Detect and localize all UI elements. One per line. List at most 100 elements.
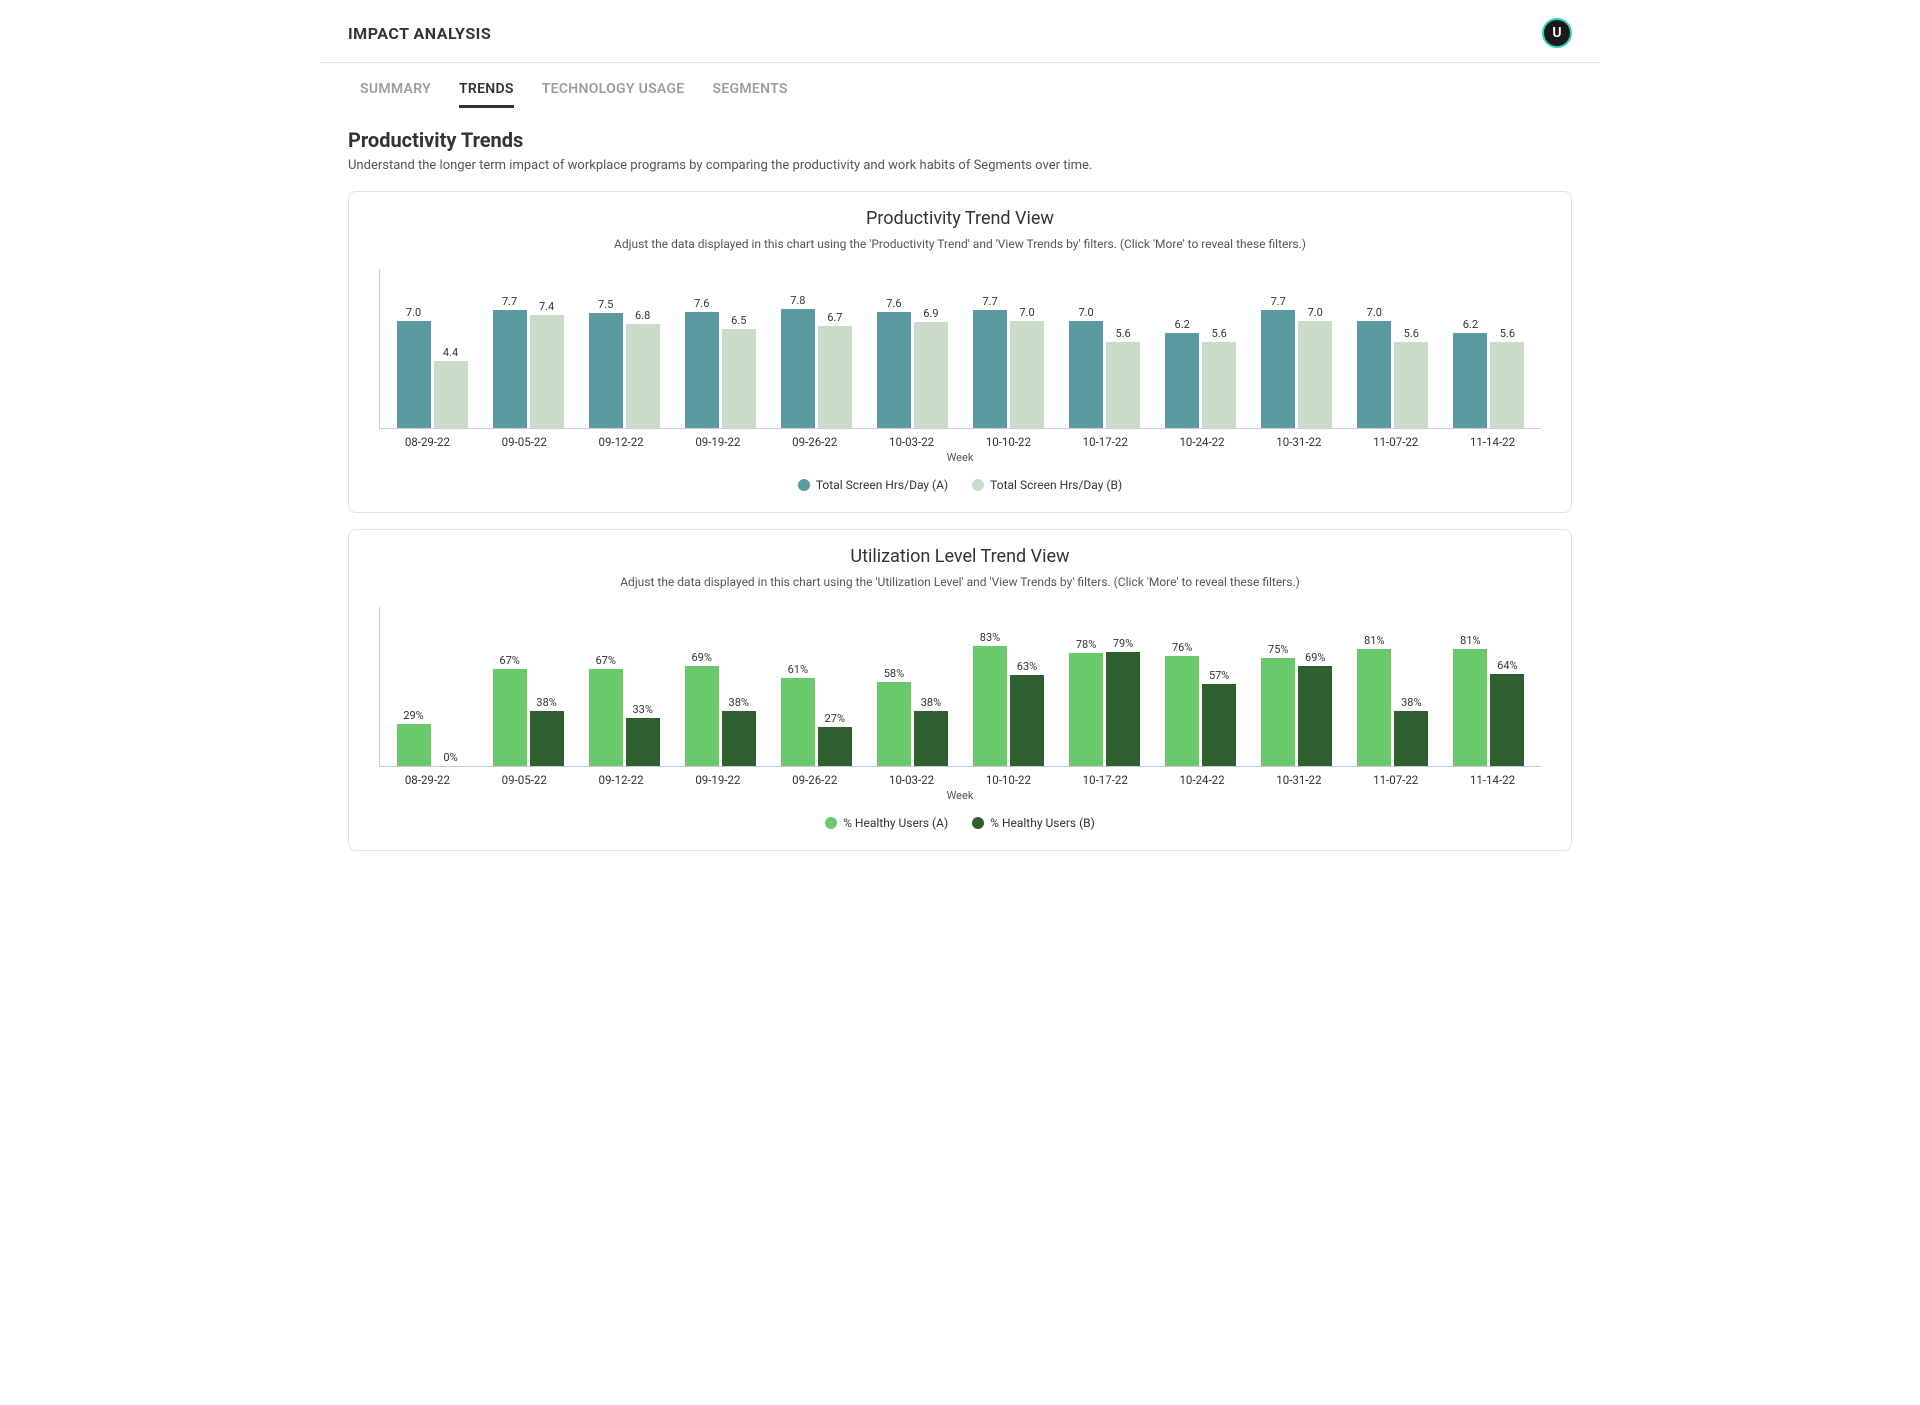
user-avatar[interactable]: U: [1542, 18, 1572, 48]
bar-series-b: [818, 727, 852, 766]
chart-x-axis-title: Week: [369, 789, 1551, 802]
legend-item-b: % Healthy Users (B): [972, 816, 1095, 830]
bar-value-label: 78%: [1076, 638, 1096, 651]
bar-value-label: 7.8: [790, 294, 805, 307]
bar-value-label: 7.0: [406, 306, 421, 319]
bar-series-a: [973, 310, 1007, 428]
bar-series-a: [1453, 649, 1487, 766]
bar-series-a: [685, 666, 719, 766]
bar-series-b: [1490, 674, 1524, 766]
x-tick-label: 08-29-22: [379, 435, 476, 449]
bar-value-label: 75%: [1268, 643, 1288, 656]
bar-value-label: 6.7: [827, 311, 842, 324]
x-tick-label: 11-14-22: [1444, 435, 1541, 449]
bar-series-a: [397, 724, 431, 766]
content: Productivity Trends Understand the longe…: [320, 108, 1600, 897]
chart-subtitle: Adjust the data displayed in this chart …: [369, 575, 1551, 589]
bar-value-label: 7.7: [982, 295, 997, 308]
bar-series-b: [722, 711, 756, 766]
bar-value-label: 5.6: [1212, 327, 1227, 340]
bar-value-label: 38%: [921, 696, 941, 709]
tab-trends[interactable]: TRENDS: [459, 81, 514, 108]
x-tick-label: 10-03-22: [863, 435, 960, 449]
bar-series-b: [1106, 652, 1140, 766]
bar-series-a: [781, 678, 815, 766]
bar-series-a: [1165, 333, 1199, 428]
bar-series-b: [1202, 342, 1236, 428]
bar-value-label: 6.5: [731, 314, 746, 327]
bar-group: 67% 38%: [480, 607, 576, 766]
bar-value-label: 76%: [1172, 641, 1192, 654]
avatar-initial: U: [1552, 25, 1561, 41]
header: IMPACT ANALYSIS U: [320, 0, 1600, 63]
bar-value-label: 38%: [536, 696, 556, 709]
bar-series-b: [1106, 342, 1140, 428]
x-tick-label: 10-03-22: [863, 773, 960, 787]
bar-value-label: 64%: [1497, 659, 1517, 672]
bar-value-label: 7.6: [886, 297, 901, 310]
bar-series-a: [781, 309, 815, 428]
x-tick-label: 10-24-22: [1154, 773, 1251, 787]
bar-value-label: 29%: [403, 709, 423, 722]
legend-item-a: Total Screen Hrs/Day (A): [798, 478, 948, 492]
chart-title: Utilization Level Trend View: [369, 546, 1551, 567]
chart-x-axis-title: Week: [369, 451, 1551, 464]
bar-series-a: [1357, 649, 1391, 766]
bar-value-label: 5.6: [1500, 327, 1515, 340]
legend-swatch: [798, 479, 810, 491]
bar-group: 7.6 6.5: [672, 269, 768, 428]
bar-value-label: 5.6: [1115, 327, 1130, 340]
bar-value-label: 81%: [1460, 634, 1480, 647]
bar-series-b: [626, 324, 660, 428]
x-tick-label: 09-19-22: [669, 773, 766, 787]
tab-technology-usage[interactable]: TECHNOLOGY USAGE: [542, 81, 685, 108]
bar-series-b: [1490, 342, 1524, 428]
x-tick-label: 09-05-22: [476, 435, 573, 449]
bar-value-label: 67%: [499, 654, 519, 667]
bar-series-a: [877, 682, 911, 766]
chart-legend: Total Screen Hrs/Day (A) Total Screen Hr…: [369, 478, 1551, 492]
bar-value-label: 61%: [788, 663, 808, 676]
bar-group: 69%38%: [672, 607, 768, 766]
chart-x-labels: 08-29-2209-05-2209-12-2209-19-2209-26-22…: [379, 773, 1541, 787]
bar-group: 6.25.6: [1441, 269, 1537, 428]
chart-x-labels: 08-29-2209-05-2209-12-2209-19-2209-26-22…: [379, 435, 1541, 449]
bar-series-a: [1069, 653, 1103, 766]
bar-group: 7.56.8: [576, 269, 672, 428]
bar-series-a: [1069, 321, 1103, 428]
bar-value-label: 7.0: [1367, 306, 1382, 319]
bar-group: 6.25.6: [1153, 269, 1249, 428]
bar-value-label: 7.0: [1308, 306, 1323, 319]
x-tick-label: 10-31-22: [1250, 773, 1347, 787]
bar-series-b: [1202, 684, 1236, 766]
bar-series-a: [589, 669, 623, 766]
tab-summary[interactable]: SUMMARY: [360, 81, 431, 108]
legend-label: % Healthy Users (A): [843, 816, 948, 830]
bar-series-a: [1453, 333, 1487, 428]
bar-group: 81% 64%: [1441, 607, 1537, 766]
x-tick-label: 10-10-22: [960, 773, 1057, 787]
bar-value-label: 58%: [884, 667, 904, 680]
section-subtitle: Understand the longer term impact of wor…: [348, 158, 1572, 173]
bar-value-label: 7.5: [598, 298, 613, 311]
bar-value-label: 33%: [632, 703, 652, 716]
tab-bar: SUMMARY TRENDS TECHNOLOGY USAGE SEGMENTS: [320, 63, 1600, 108]
bar-series-b: [818, 326, 852, 428]
bar-group: 76%57%: [1153, 607, 1249, 766]
legend-label: Total Screen Hrs/Day (A): [816, 478, 948, 492]
x-tick-label: 10-17-22: [1057, 435, 1154, 449]
legend-item-b: Total Screen Hrs/Day (B): [972, 478, 1122, 492]
bar-value-label: 7.7: [502, 295, 517, 308]
bar-group: 7.77.0: [960, 269, 1056, 428]
tab-segments[interactable]: SEGMENTS: [713, 81, 788, 108]
bar-series-a: [1357, 321, 1391, 428]
x-tick-label: 09-05-22: [476, 773, 573, 787]
bar-group: 7.8 6.7: [768, 269, 864, 428]
bar-value-label: 7.6: [694, 297, 709, 310]
bar-series-b: [1394, 711, 1428, 766]
bar-series-a: [1261, 310, 1295, 428]
bar-value-label: 63%: [1017, 660, 1037, 673]
legend-swatch: [972, 817, 984, 829]
bar-series-b: [434, 361, 468, 428]
legend-swatch: [972, 479, 984, 491]
